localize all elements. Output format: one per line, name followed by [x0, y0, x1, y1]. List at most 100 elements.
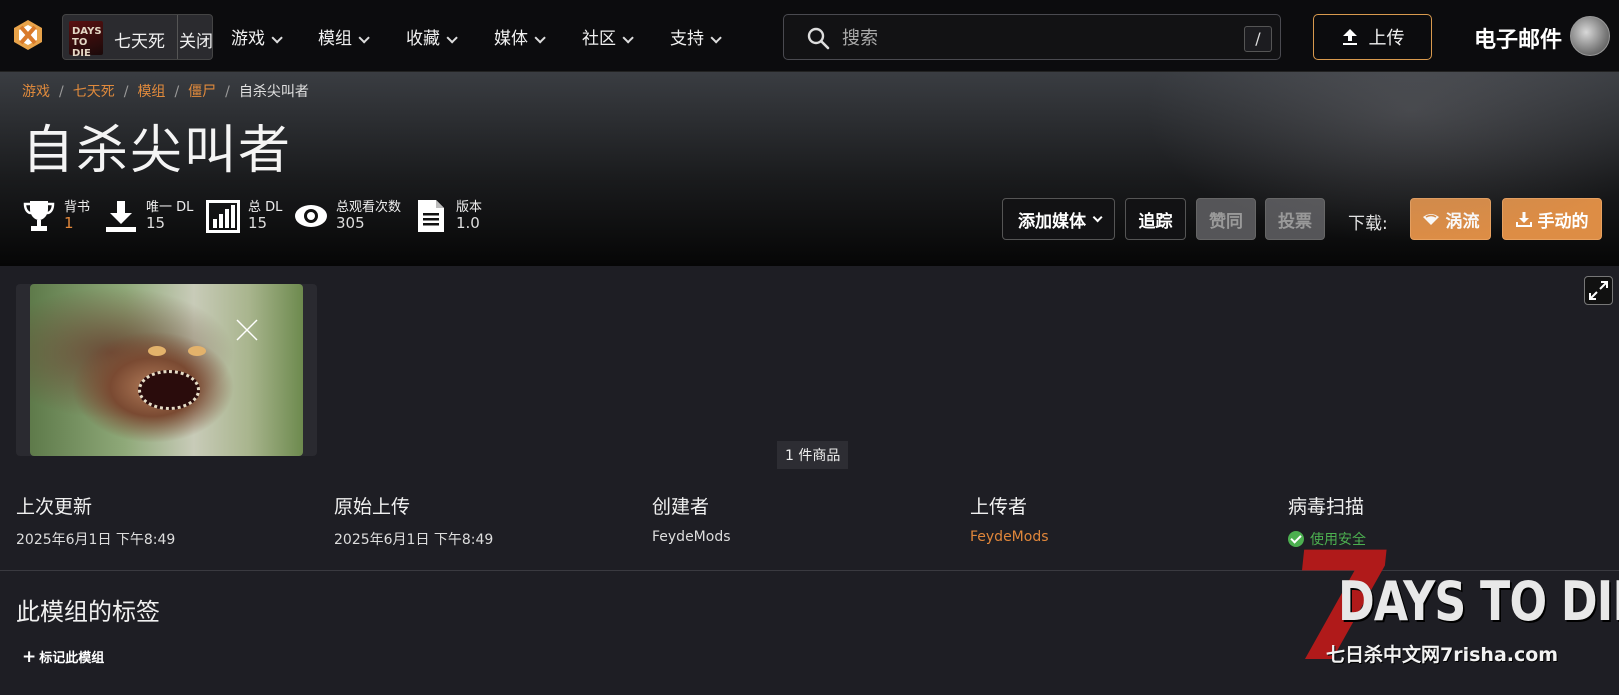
nav-label: 媒体 [494, 29, 528, 49]
media-count-badge: 1 件商品 [777, 441, 849, 469]
stat-value: 1 [64, 214, 74, 232]
game-thumbnail: DAYS TO DIE [69, 21, 103, 59]
stat-label: 背书 [64, 200, 91, 215]
endorse-button[interactable]: 赞同 [1196, 198, 1256, 240]
chevron-down-icon [1092, 211, 1103, 222]
manual-label: 手动的 [1537, 211, 1589, 232]
bar-chart-icon [206, 200, 240, 233]
info-creator: 创建者 FeydeMods [652, 492, 952, 545]
breadcrumb-link-category[interactable]: 僵尸 [188, 84, 216, 100]
breadcrumb-separator: / [123, 84, 129, 100]
image-mouth [138, 370, 200, 410]
breadcrumb-separator: / [59, 84, 64, 100]
info-uploader: 上传者 FeydeMods [970, 492, 1270, 545]
track-button[interactable]: 追踪 [1125, 198, 1186, 240]
breadcrumb-separator: / [174, 84, 180, 100]
user-avatar[interactable] [1570, 16, 1610, 56]
upload-button[interactable]: 上传 [1313, 14, 1432, 60]
nexus-logo-icon[interactable] [12, 18, 44, 52]
info-original-upload: 原始上传 2025年6月1日 下午8:49 [334, 492, 634, 549]
nav-menu-collections[interactable]: 收藏 [406, 24, 458, 49]
info-heading: 原始上传 [334, 496, 411, 518]
info-heading: 上传者 [970, 496, 1028, 518]
stat-label: 唯一 DL [146, 200, 194, 215]
nav-label: 模组 [318, 29, 352, 49]
info-value: 2025年6月1日 下午8:49 [334, 532, 494, 548]
tags-section-title: 此模组的标签 [16, 598, 160, 626]
page-title: 自杀尖叫者 [22, 121, 293, 181]
upload-label: 上传 [1368, 28, 1405, 49]
search-input[interactable] [842, 25, 1222, 51]
document-icon [418, 200, 444, 232]
breadcrumb: 游戏 / 七天死 / 模组 / 僵尸 / 自杀尖叫者 [22, 81, 309, 101]
site-watermark: 7 DAYS TO DIE 七日杀中文网7risha.com [1279, 521, 1619, 695]
manual-download-button[interactable]: 手动的 [1502, 198, 1602, 240]
download-icon [106, 201, 136, 232]
download-icon [1515, 212, 1532, 227]
upload-icon [1342, 29, 1357, 45]
expand-icon[interactable] [1584, 276, 1613, 305]
game-selector[interactable]: DAYS TO DIE 七天死 关闭 [62, 14, 213, 60]
chevron-down-icon [534, 32, 546, 44]
vortex-label: 涡流 [1445, 211, 1480, 232]
info-heading: 病毒扫描 [1288, 496, 1365, 518]
chevron-down-icon [358, 32, 370, 44]
tag-this-mod-button[interactable]: + 标记此模组 [22, 647, 104, 667]
breadcrumb-separator: / [225, 84, 230, 100]
nav-label: 游戏 [231, 29, 265, 49]
vote-button[interactable]: 投票 [1265, 198, 1325, 240]
game-name: 七天死 [114, 32, 165, 52]
stat-value: 1.0 [456, 214, 480, 232]
stat-label: 版本 [456, 200, 483, 215]
info-last-updated: 上次更新 2025年6月1日 下午8:49 [16, 492, 316, 549]
info-value: 2025年6月1日 下午8:49 [16, 532, 176, 548]
nav-menu-mods[interactable]: 模组 [318, 24, 370, 49]
watermark-title: DAYS TO DIE [1338, 570, 1619, 633]
search-box[interactable]: / [783, 14, 1281, 60]
nav-menu-community[interactable]: 社区 [582, 24, 634, 49]
stat-value: 15 [248, 214, 268, 232]
email-link[interactable]: 电子邮件 [1474, 22, 1562, 54]
chevron-down-icon [710, 32, 722, 44]
stat-label: 总 DL [248, 200, 283, 215]
image-eye [188, 346, 206, 356]
vortex-icon [1422, 214, 1439, 225]
media-gallery-thumbnail[interactable] [16, 284, 317, 456]
info-value: FeydeMods [652, 529, 731, 545]
mod-header: 游戏 / 七天死 / 模组 / 僵尸 / 自杀尖叫者 自杀尖叫者 背书 1 唯一 DL 15 [0, 72, 1619, 266]
close-x-icon [236, 319, 258, 341]
chevron-down-icon [446, 32, 458, 44]
top-nav: DAYS TO DIE 七天死 关闭 游戏 模组 收藏 媒体 社区 支持 / 上… [0, 0, 1619, 72]
stat-value: 15 [146, 214, 166, 232]
info-heading: 上次更新 [16, 496, 93, 518]
game-close-button[interactable]: 关闭 [177, 15, 214, 59]
nav-label: 支持 [670, 29, 704, 49]
nav-menu-games[interactable]: 游戏 [231, 24, 283, 49]
plus-icon: + [22, 647, 37, 667]
tag-mod-label: 标记此模组 [39, 651, 105, 666]
breadcrumb-link-games[interactable]: 游戏 [22, 84, 50, 100]
breadcrumb-link-game[interactable]: 七天死 [73, 84, 115, 100]
nav-menu-media[interactable]: 媒体 [494, 24, 546, 49]
breadcrumb-current: 自杀尖叫者 [238, 84, 309, 100]
info-heading: 创建者 [652, 496, 710, 518]
nav-label: 社区 [582, 29, 616, 49]
add-media-label: 添加媒体 [1018, 211, 1086, 232]
chevron-down-icon [622, 32, 634, 44]
vortex-download-button[interactable]: 涡流 [1410, 198, 1491, 240]
add-media-button[interactable]: 添加媒体 [1002, 198, 1115, 240]
breadcrumb-link-mods[interactable]: 模组 [137, 84, 165, 100]
nav-menu-support[interactable]: 支持 [670, 24, 722, 49]
trophy-icon [23, 201, 55, 231]
nav-label: 收藏 [406, 29, 440, 49]
download-label: 下载: [1348, 214, 1388, 234]
screamer-image [30, 284, 303, 456]
eye-icon [295, 205, 327, 227]
game-thumb-text: DAYS TO DIE [72, 26, 102, 59]
search-shortcut-key: / [1244, 26, 1272, 52]
watermark-subtitle: 七日杀中文网7risha.com [1326, 644, 1559, 666]
stat-label: 总观看次数 [336, 200, 402, 215]
stat-value: 305 [336, 214, 365, 232]
uploader-link[interactable]: FeydeMods [970, 529, 1270, 545]
chevron-down-icon [271, 32, 283, 44]
